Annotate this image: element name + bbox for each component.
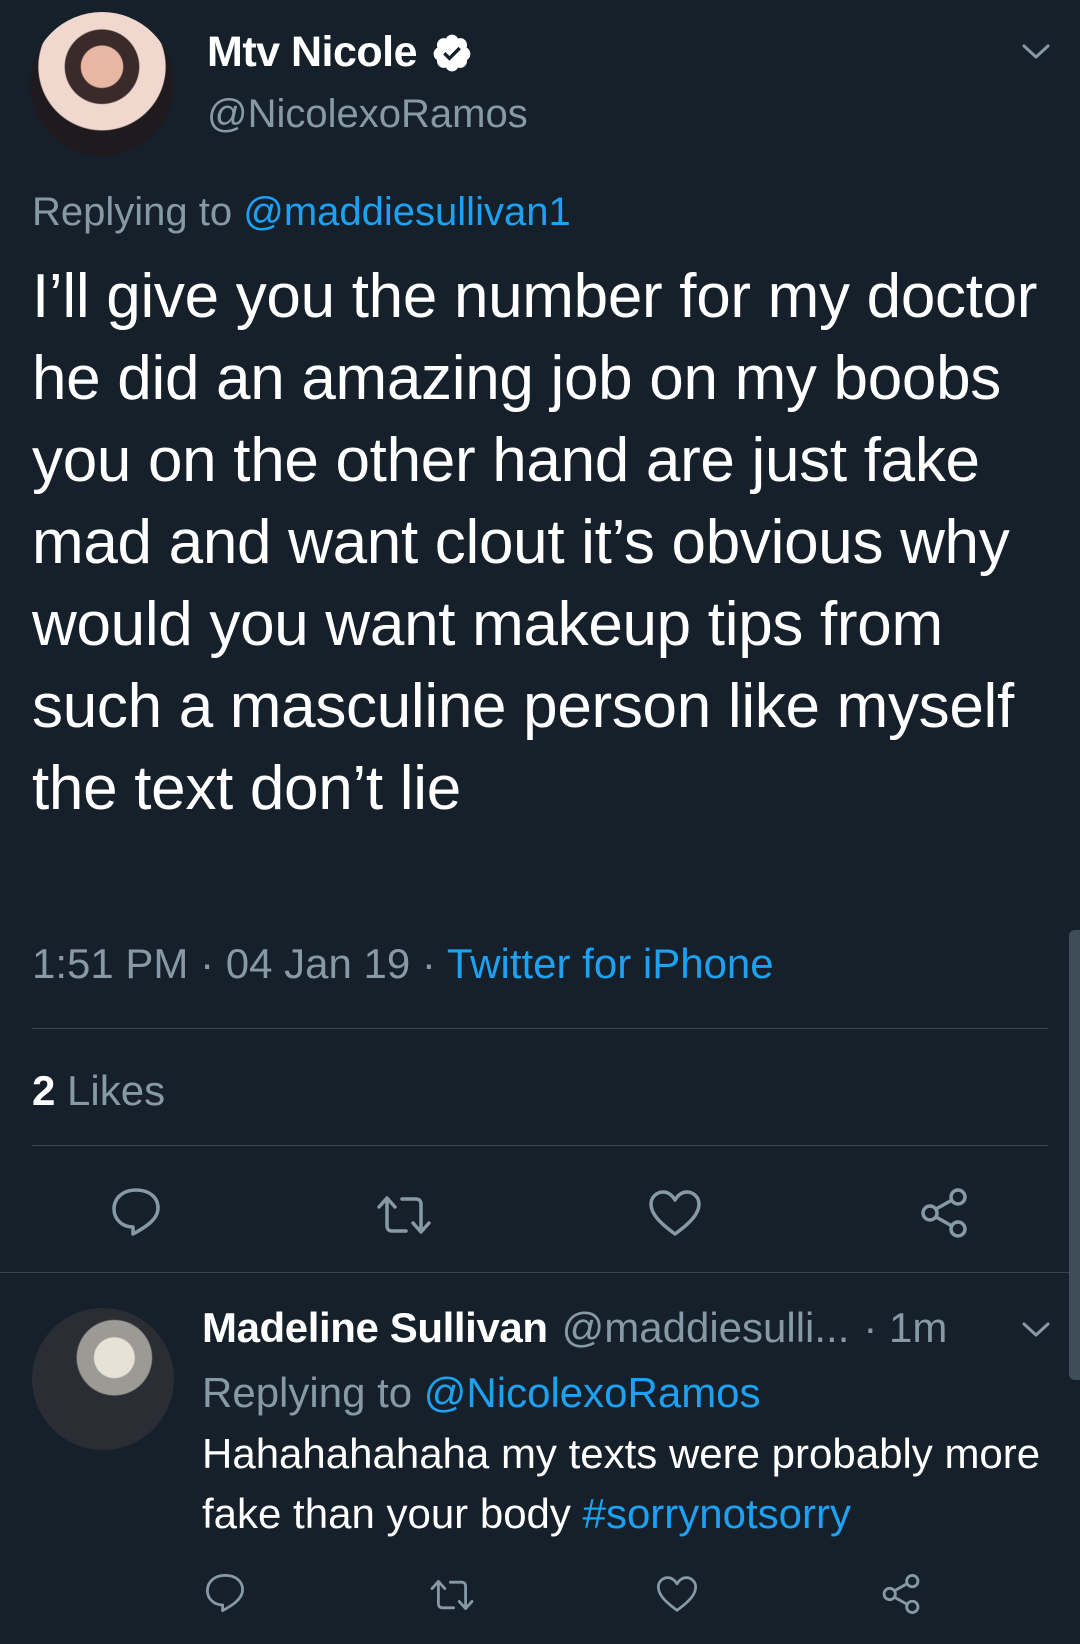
share-icon[interactable] bbox=[918, 1187, 970, 1239]
scrollbar[interactable] bbox=[1069, 930, 1080, 1380]
reply-text: Hahahahahaha my texts were probably more… bbox=[202, 1424, 1062, 1544]
reply-handle[interactable]: @maddiesulli... bbox=[562, 1304, 850, 1352]
likes-label: Likes bbox=[67, 1067, 166, 1114]
hashtag-link[interactable]: #sorrynotsorry bbox=[583, 1490, 851, 1537]
chevron-down-icon[interactable] bbox=[1021, 1320, 1051, 1340]
avatar[interactable] bbox=[30, 12, 174, 156]
replying-prefix: Replying to bbox=[202, 1369, 413, 1416]
likes-stat[interactable]: 2 Likes bbox=[32, 1067, 165, 1115]
divider bbox=[0, 1272, 1080, 1273]
retweet-icon[interactable] bbox=[428, 1578, 476, 1612]
replying-to-line: Replying to @NicolexoRamos bbox=[202, 1369, 761, 1417]
like-icon[interactable] bbox=[648, 1189, 702, 1237]
tweet-source-link[interactable]: Twitter for iPhone bbox=[447, 940, 774, 987]
tweet-date: 04 Jan 19 bbox=[225, 940, 411, 987]
share-icon[interactable] bbox=[880, 1573, 922, 1615]
chevron-down-icon[interactable] bbox=[1021, 42, 1051, 62]
likes-count: 2 bbox=[32, 1067, 56, 1114]
tweet-time: 1:51 PM bbox=[32, 940, 189, 987]
reply-timestamp: · 1m bbox=[863, 1304, 948, 1351]
mention-link[interactable]: @maddiesullivan1 bbox=[243, 190, 570, 234]
mention-link[interactable]: @NicolexoRamos bbox=[424, 1369, 761, 1416]
main-tweet: Mtv Nicole @NicolexoRamos Replying to @m… bbox=[0, 0, 1080, 1272]
author-handle[interactable]: @NicolexoRamos bbox=[207, 92, 528, 137]
divider bbox=[32, 1145, 1048, 1146]
reply-icon[interactable] bbox=[110, 1187, 162, 1237]
author-row: Mtv Nicole bbox=[207, 28, 473, 77]
avatar[interactable] bbox=[32, 1308, 174, 1450]
verified-badge-icon bbox=[433, 34, 471, 71]
tweet-meta: 1:51 PM · 04 Jan 19 · Twitter for iPhone bbox=[32, 940, 774, 988]
tweet-text: I’ll give you the number for my doctor h… bbox=[32, 262, 1038, 823]
divider bbox=[32, 1028, 1048, 1029]
meta-separator: · bbox=[188, 940, 226, 987]
reply-icon[interactable] bbox=[204, 1573, 246, 1613]
reply-display-name[interactable]: Madeline Sullivan bbox=[202, 1304, 548, 1352]
like-icon[interactable] bbox=[656, 1575, 698, 1613]
meta-separator: · bbox=[410, 940, 447, 987]
author-display-name[interactable]: Mtv Nicole bbox=[207, 28, 418, 77]
replying-to-line: Replying to @maddiesullivan1 bbox=[32, 190, 571, 235]
replying-prefix: Replying to bbox=[32, 190, 233, 234]
retweet-icon[interactable] bbox=[374, 1194, 434, 1236]
reply-author-row: Madeline Sullivan @maddiesulli... · 1m bbox=[202, 1304, 947, 1352]
